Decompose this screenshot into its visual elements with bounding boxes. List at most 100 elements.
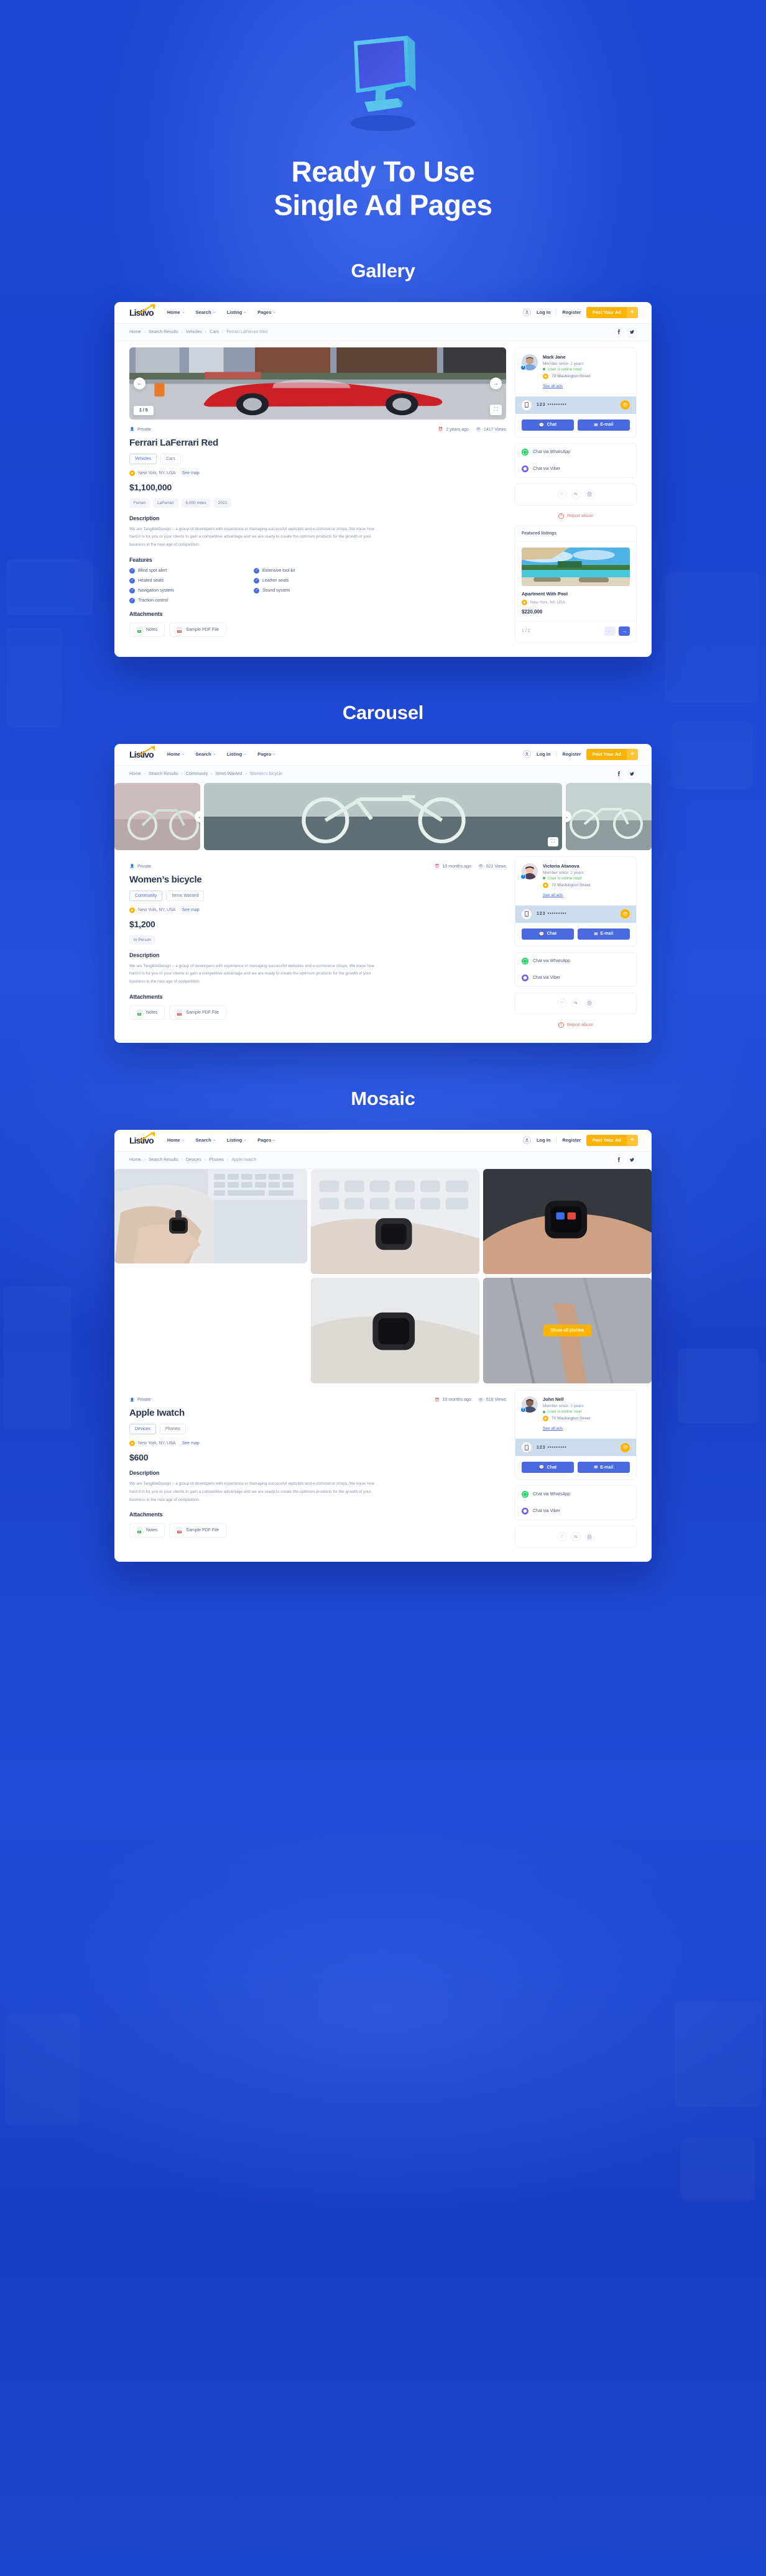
- featured-next-button[interactable]: →: [619, 626, 630, 636]
- whatsapp-chat-link[interactable]: Chat via WhatsApp: [515, 1486, 636, 1503]
- reveal-phone-button[interactable]: 👁: [621, 909, 630, 919]
- fullscreen-icon[interactable]: ⛶: [548, 837, 558, 846]
- compare-icon[interactable]: ⇆: [571, 1532, 581, 1542]
- report-abuse-link[interactable]: ! Report abuse: [515, 511, 637, 525]
- facebook-icon[interactable]: [614, 327, 624, 337]
- mosaic-image-5[interactable]: Show all photos: [483, 1278, 652, 1384]
- carousel-image-next[interactable]: →: [566, 782, 652, 850]
- print-icon[interactable]: 🖨: [584, 998, 594, 1008]
- mosaic-image-2[interactable]: [311, 1168, 479, 1275]
- mosaic-image-4[interactable]: [311, 1278, 479, 1384]
- listing-hero-image[interactable]: ← → 1 / 5 ⛶: [129, 347, 506, 419]
- post-ad-button[interactable]: Post Your Ad +: [586, 306, 638, 318]
- reveal-phone-button[interactable]: 👁: [621, 1442, 630, 1452]
- nav-link-listing[interactable]: Listing: [227, 751, 247, 757]
- breadcrumb-item[interactable]: Cars: [210, 330, 219, 334]
- print-icon[interactable]: 🖨: [584, 489, 594, 499]
- facebook-icon[interactable]: [614, 769, 624, 779]
- phone-reveal-bar[interactable]: 123 ••••••••• 👁: [515, 1439, 636, 1457]
- category-chip[interactable]: Vehicles: [129, 453, 157, 464]
- breadcrumb-item[interactable]: Search Results: [149, 330, 178, 334]
- whatsapp-chat-link[interactable]: Chat via WhatsApp: [515, 953, 636, 969]
- logo[interactable]: Listivo: [129, 303, 155, 318]
- see-map-link[interactable]: See map: [182, 908, 200, 912]
- twitter-icon[interactable]: [627, 327, 637, 337]
- next-image-button[interactable]: →: [490, 377, 502, 390]
- see-all-ads-link[interactable]: See all ads: [543, 893, 563, 897]
- mosaic-image-main[interactable]: [114, 1168, 307, 1263]
- user-icon[interactable]: [522, 750, 531, 759]
- register-link[interactable]: Register: [562, 1137, 581, 1143]
- post-ad-button[interactable]: Post Your Ad +: [586, 748, 638, 760]
- see-all-ads-link[interactable]: See all ads: [543, 1426, 563, 1431]
- featured-listing-title[interactable]: Apartment With Pool: [522, 591, 630, 597]
- twitter-icon[interactable]: [627, 1155, 637, 1165]
- mosaic-image-3[interactable]: [483, 1168, 652, 1275]
- featured-prev-button[interactable]: ←: [604, 626, 616, 636]
- breadcrumb-item[interactable]: Search Results: [149, 1158, 178, 1162]
- see-map-link[interactable]: See map: [182, 1441, 200, 1446]
- breadcrumb-item[interactable]: Vehicles: [186, 330, 202, 334]
- category-chip[interactable]: Devices: [129, 1424, 156, 1435]
- breadcrumb-item[interactable]: Home: [129, 772, 141, 776]
- nav-link-pages[interactable]: Pages: [257, 309, 276, 315]
- login-link[interactable]: Log In: [537, 751, 551, 757]
- viber-chat-link[interactable]: Chat via Viber: [515, 969, 636, 986]
- email-button[interactable]: ✉ E-mail: [578, 419, 630, 431]
- heart-icon[interactable]: ♡: [557, 489, 567, 499]
- user-icon[interactable]: [522, 308, 531, 317]
- attachment-item[interactable]: PD Sample PDF File: [169, 1005, 227, 1020]
- nav-link-home[interactable]: Home: [167, 751, 185, 757]
- category-chip[interactable]: Phones: [159, 1424, 186, 1435]
- twitter-icon[interactable]: [627, 769, 637, 779]
- logo[interactable]: Listivo: [129, 745, 155, 759]
- nav-link-pages[interactable]: Pages: [257, 751, 276, 757]
- compare-icon[interactable]: ⇆: [571, 489, 581, 499]
- carousel-image-active[interactable]: ⛶: [204, 782, 562, 850]
- heart-icon[interactable]: ♡: [557, 1532, 567, 1542]
- nav-link-pages[interactable]: Pages: [257, 1137, 276, 1143]
- nav-link-search[interactable]: Search: [196, 309, 216, 315]
- heart-icon[interactable]: ♡: [557, 998, 567, 1008]
- breadcrumb-item[interactable]: Home: [129, 330, 141, 334]
- breadcrumb-item[interactable]: Devices: [186, 1158, 201, 1162]
- reveal-phone-button[interactable]: 👁: [621, 400, 630, 410]
- compare-icon[interactable]: ⇆: [571, 998, 581, 1008]
- print-icon[interactable]: 🖨: [584, 1532, 594, 1542]
- register-link[interactable]: Register: [562, 751, 581, 757]
- breadcrumb-item[interactable]: Community: [186, 772, 208, 776]
- nav-link-home[interactable]: Home: [167, 1137, 185, 1143]
- user-icon[interactable]: [522, 1136, 531, 1145]
- chat-button[interactable]: 💬 Chat: [522, 1462, 574, 1474]
- nav-link-listing[interactable]: Listing: [227, 309, 247, 315]
- carousel-image-prev[interactable]: ←: [114, 782, 200, 850]
- featured-listing-image[interactable]: [522, 547, 630, 586]
- phone-reveal-bar[interactable]: 123 ••••••••• 👁: [515, 905, 636, 923]
- see-all-ads-link[interactable]: See all ads: [543, 384, 563, 388]
- register-link[interactable]: Register: [562, 309, 581, 315]
- viber-chat-link[interactable]: Chat via Viber: [515, 461, 636, 477]
- attachment-item[interactable]: PD Sample PDF File: [169, 622, 227, 637]
- breadcrumb-item[interactable]: Phones: [209, 1158, 224, 1162]
- nav-link-home[interactable]: Home: [167, 309, 185, 315]
- fullscreen-icon[interactable]: ⛶: [490, 404, 502, 415]
- category-chip[interactable]: Community: [129, 890, 163, 901]
- email-button[interactable]: ✉ E-mail: [578, 1462, 630, 1474]
- chat-button[interactable]: 💬 Chat: [522, 928, 574, 940]
- login-link[interactable]: Log In: [537, 1137, 551, 1143]
- phone-reveal-bar[interactable]: 123 ••••••••• 👁: [515, 396, 636, 414]
- breadcrumb-item[interactable]: Home: [129, 1158, 141, 1162]
- attachment-item[interactable]: XL Notes: [129, 1523, 165, 1538]
- chat-button[interactable]: 💬 Chat: [522, 419, 574, 431]
- category-chip[interactable]: Items Wanted: [166, 890, 205, 901]
- nav-link-search[interactable]: Search: [196, 751, 216, 757]
- prev-image-button[interactable]: ←: [134, 377, 145, 390]
- attachment-item[interactable]: XL Notes: [129, 1005, 165, 1020]
- whatsapp-chat-link[interactable]: Chat via WhatsApp: [515, 444, 636, 461]
- attachment-item[interactable]: PD Sample PDF File: [169, 1523, 227, 1538]
- breadcrumb-item[interactable]: Items Wanted: [216, 772, 242, 776]
- nav-link-listing[interactable]: Listing: [227, 1137, 247, 1143]
- post-ad-button[interactable]: Post Your Ad +: [586, 1134, 638, 1146]
- logo[interactable]: Listivo: [129, 1131, 155, 1145]
- report-abuse-link[interactable]: ! Report abuse: [515, 1020, 637, 1034]
